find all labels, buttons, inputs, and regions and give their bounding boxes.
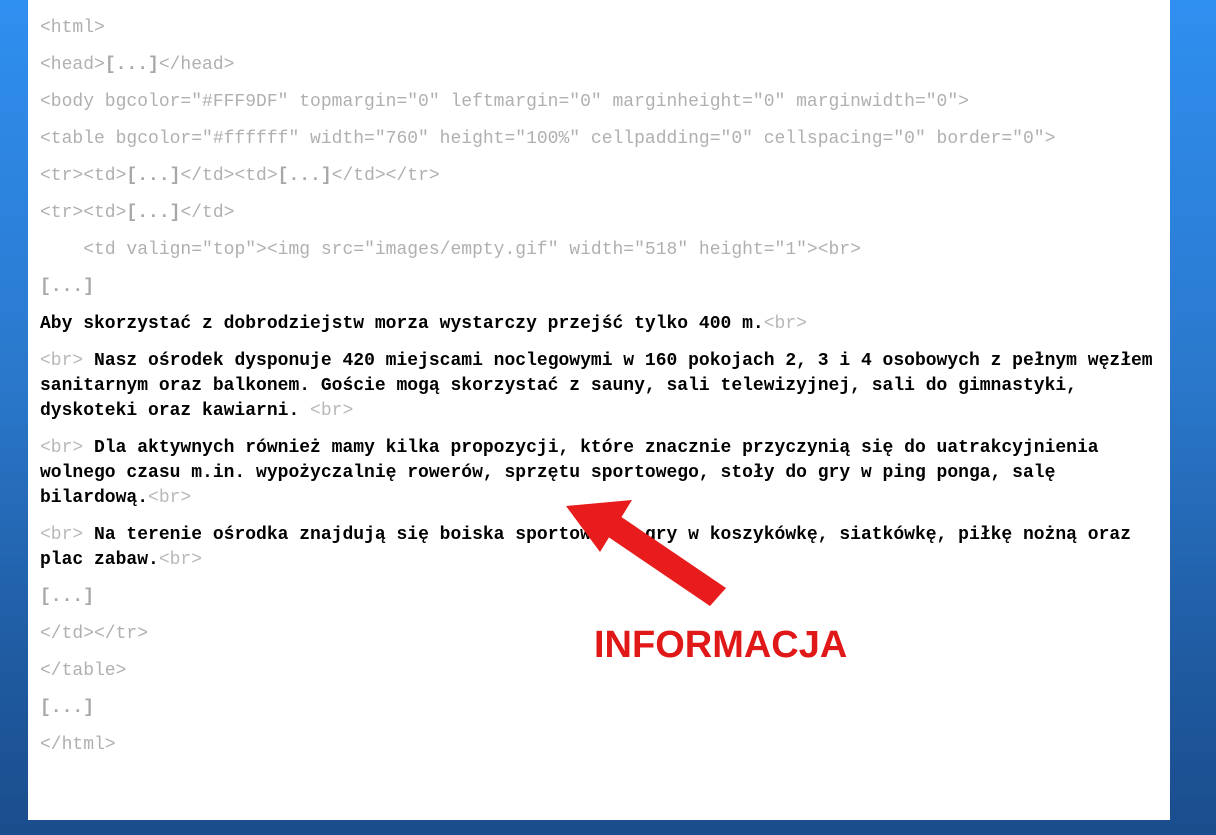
- content-paragraph-4: <br> Na terenie ośrodka znajdują się boi…: [40, 525, 1142, 570]
- annotation-label: INFORMACJA: [594, 624, 848, 666]
- code-line-head: <head>[...]</head>: [40, 55, 235, 75]
- code-line-ellipsis-1: [...]: [40, 277, 95, 297]
- code-line-tr-2: <tr><td>[...]</td>: [40, 203, 235, 223]
- ellipsis: [...]: [126, 203, 181, 223]
- ellipsis: [...]: [126, 166, 181, 186]
- code-line-html-open: <html>: [40, 18, 105, 38]
- ellipsis: [...]: [277, 166, 332, 186]
- slide-panel: <html> <head>[...]</head> <body bgcolor=…: [28, 0, 1170, 820]
- content-paragraph-3: <br> Dla aktywnych również mamy kilka pr…: [40, 438, 1110, 508]
- code-line-ellipsis-2: [...]: [40, 587, 95, 607]
- code-line-table: <table bgcolor="#ffffff" width="760" hei…: [40, 129, 1056, 149]
- code-line-ellipsis-3: [...]: [40, 698, 95, 718]
- code-line-td-valign: <td valign="top"><img src="images/empty.…: [40, 240, 861, 260]
- content-paragraph-1: Aby skorzystać z dobrodziejstw morza wys…: [40, 314, 807, 334]
- code-line-body: <body bgcolor="#FFF9DF" topmargin="0" le…: [40, 92, 969, 112]
- content-paragraph-2: <br> Nasz ośrodek dysponuje 420 miejscam…: [40, 351, 1164, 421]
- code-line-html-close: </html>: [40, 735, 116, 755]
- ellipsis: [...]: [104, 55, 159, 75]
- code-line-tr-1: <tr><td>[...]</td><td>[...]</td></tr>: [40, 166, 440, 186]
